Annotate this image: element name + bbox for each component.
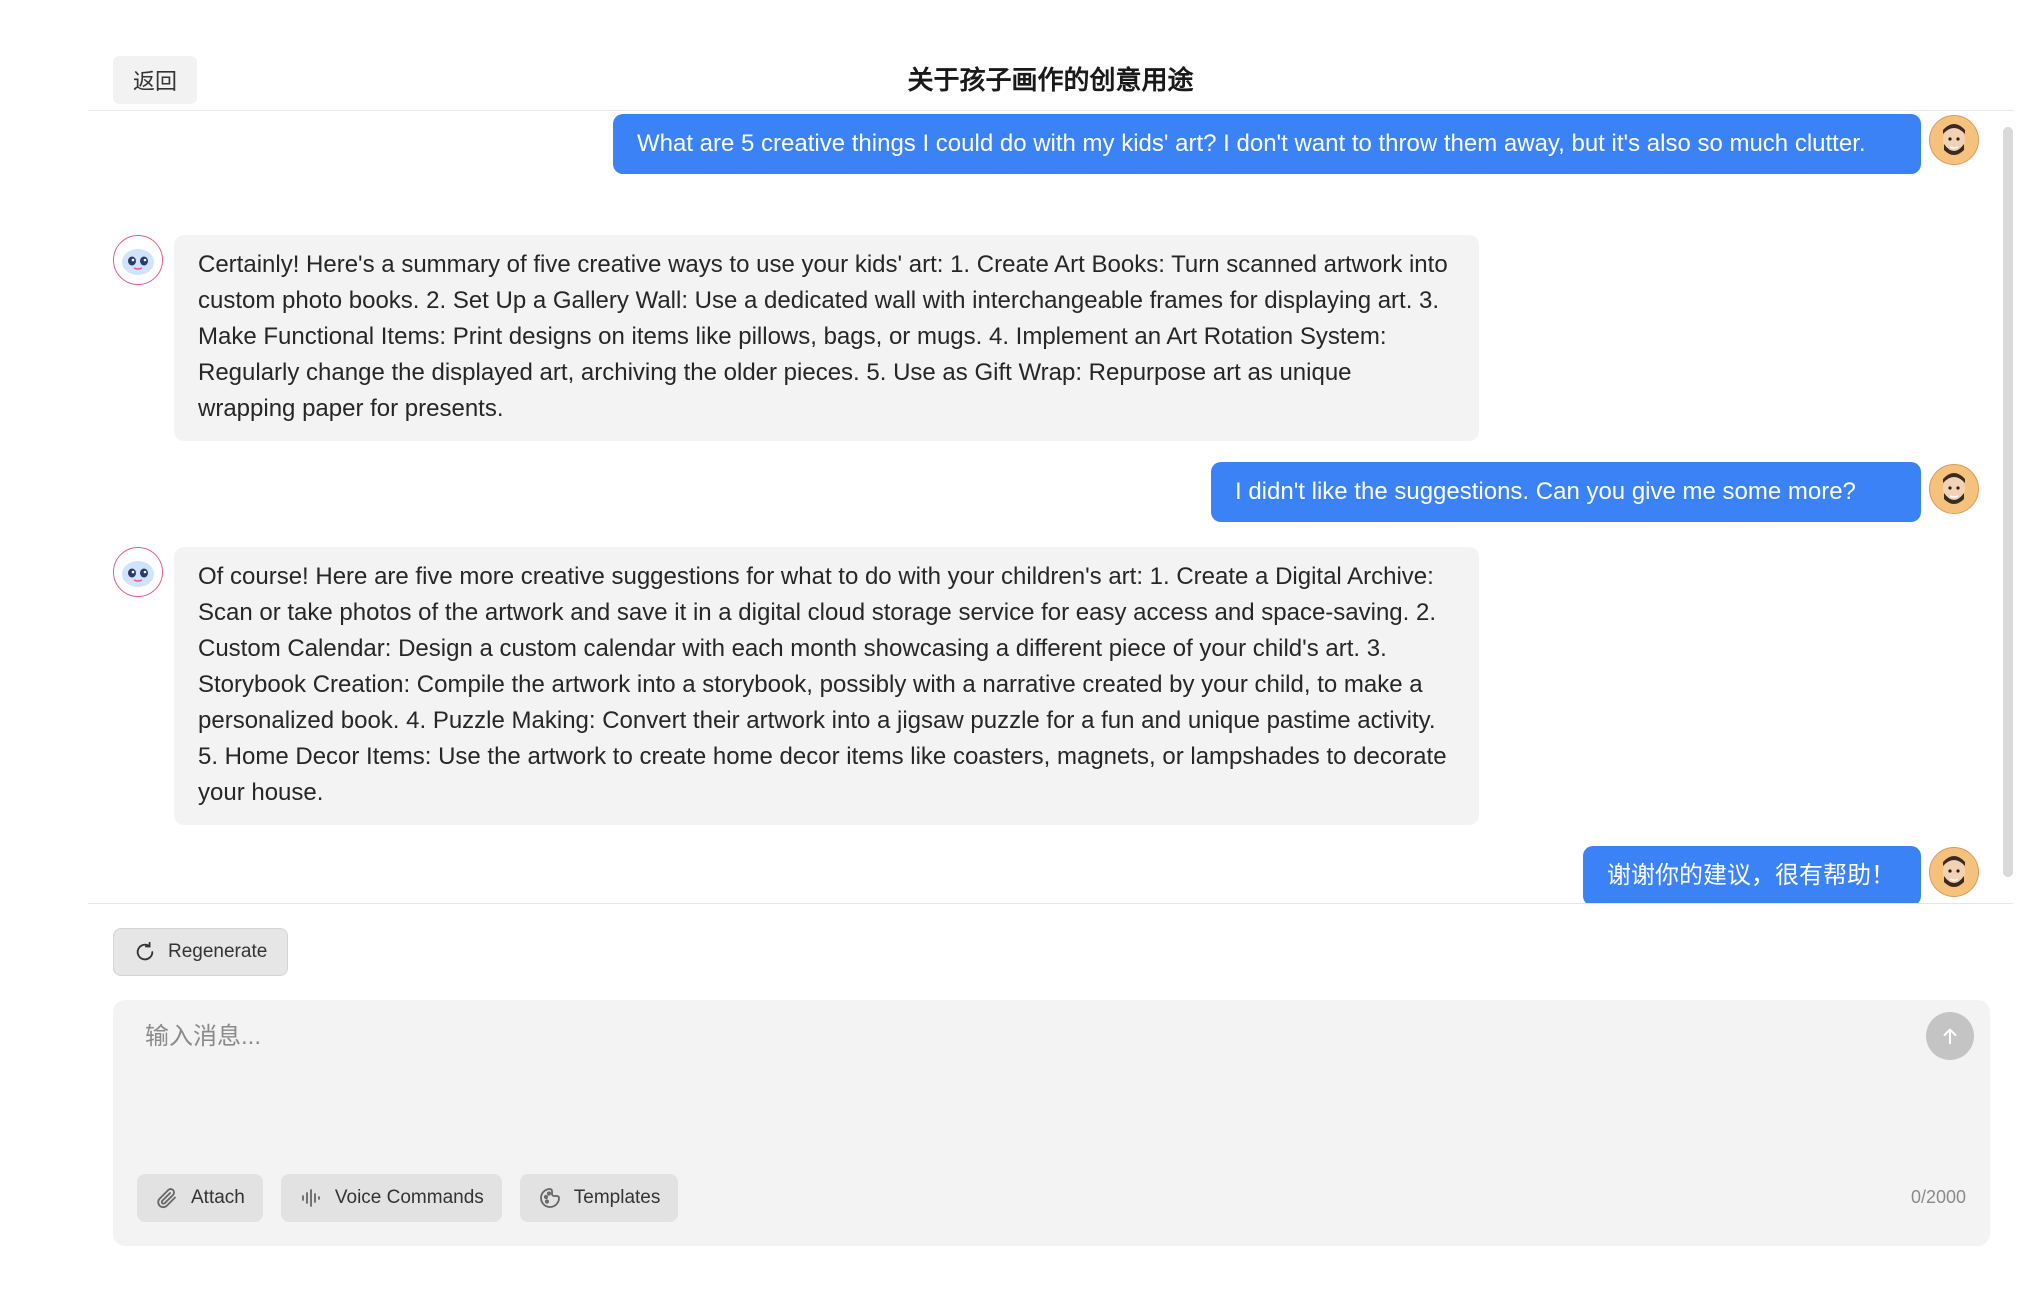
user-bubble: 谢谢你的建议，很有帮助！ [1583,846,1921,903]
user-avatar-icon [1929,464,1979,514]
composer-tools: Attach Voice Commands Templates [137,1174,679,1222]
send-button[interactable] [1926,1012,1974,1060]
message-input[interactable] [143,1014,1847,1118]
assistant-message: Certainly! Here's a summary of five crea… [174,235,1479,441]
regenerate-label: Regenerate [168,941,268,962]
user-message: 谢谢你的建议，很有帮助！ [1583,846,1921,903]
refresh-icon [134,941,156,963]
message-composer: Attach Voice Commands Templates 0/2000 [113,1000,1990,1246]
waveform-icon [299,1186,323,1210]
user-avatar-icon [1929,847,1979,897]
chat-actions: Regenerate [113,928,289,976]
arrow-up-icon [1939,1025,1961,1047]
voice-commands-label: Voice Commands [334,1187,484,1208]
templates-label: Templates [573,1187,661,1208]
user-message: What are 5 creative things I could do wi… [613,114,1921,174]
user-bubble: What are 5 creative things I could do wi… [613,114,1921,174]
templates-button[interactable]: Templates [519,1174,679,1222]
attach-label: Attach [191,1187,245,1208]
paperclip-icon [155,1186,179,1210]
character-counter: 0/2000 [1910,1187,1966,1207]
assistant-bubble: Certainly! Here's a summary of five crea… [174,235,1479,441]
user-avatar-icon [1929,115,1979,165]
user-bubble: I didn't like the suggestions. Can you g… [1211,462,1921,522]
user-message: I didn't like the suggestions. Can you g… [1211,462,1921,522]
chat-scrollbar[interactable] [2003,127,2013,877]
message-list[interactable]: What are 5 creative things I could do wi… [88,111,2013,904]
attach-button[interactable]: Attach [137,1174,263,1222]
assistant-message: Of course! Here are five more creative s… [174,547,1479,825]
regenerate-button[interactable]: Regenerate [113,928,289,976]
template-icon [538,1186,562,1210]
page-title: 关于孩子画作的创意用途 [907,65,1194,95]
assistant-avatar-icon [113,235,163,285]
assistant-bubble: Of course! Here are five more creative s… [174,547,1479,825]
chat-header: 返回 关于孩子画作的创意用途 [88,50,2013,111]
assistant-avatar-icon [113,547,163,597]
voice-commands-button[interactable]: Voice Commands [280,1174,502,1222]
